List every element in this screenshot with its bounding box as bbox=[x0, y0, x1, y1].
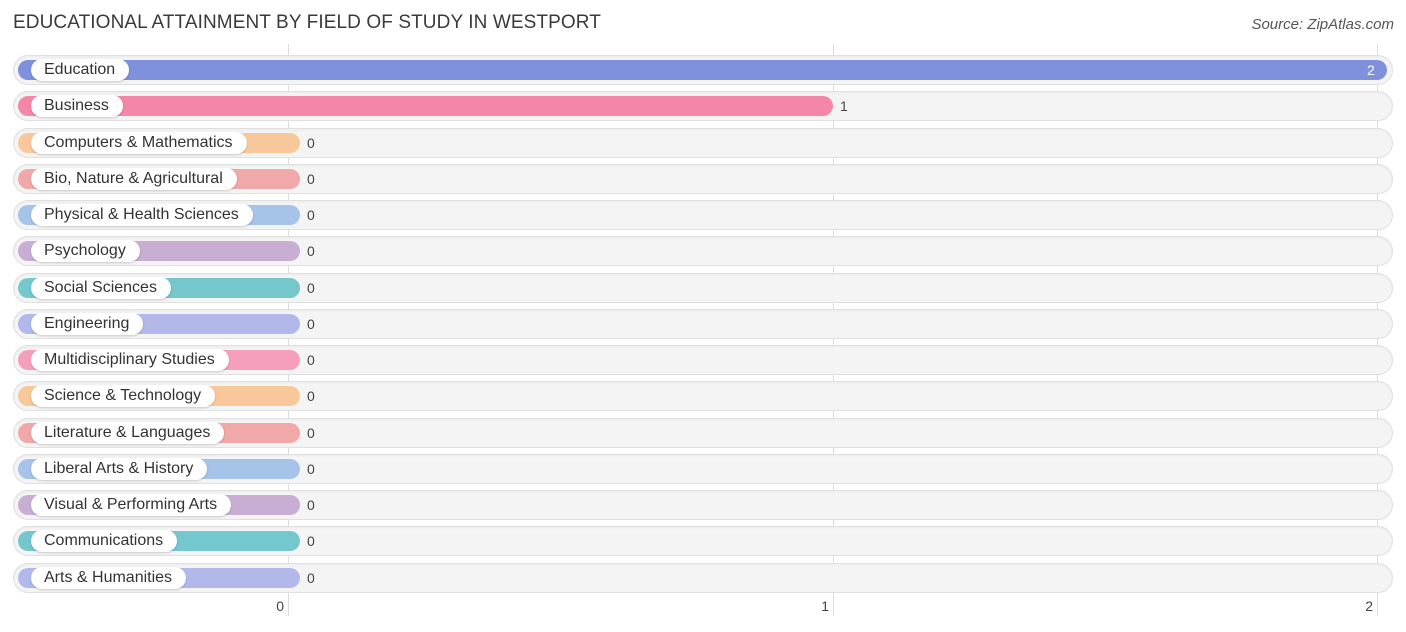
category-label: Visual & Performing Arts bbox=[31, 494, 232, 516]
bar[interactable] bbox=[18, 96, 833, 116]
category-label: Computers & Mathematics bbox=[31, 132, 247, 154]
x-tick-label: 0 bbox=[276, 598, 284, 614]
value-label: 0 bbox=[307, 243, 315, 259]
value-label: 0 bbox=[307, 171, 315, 187]
bar[interactable] bbox=[18, 60, 1387, 80]
value-label: 0 bbox=[307, 533, 315, 549]
category-label: Education bbox=[31, 59, 130, 81]
value-label: 0 bbox=[307, 425, 315, 441]
value-label: 0 bbox=[307, 497, 315, 513]
x-tick-label: 1 bbox=[821, 598, 829, 614]
value-label: 0 bbox=[307, 570, 315, 586]
category-label: Social Sciences bbox=[31, 277, 171, 299]
category-label: Arts & Humanities bbox=[31, 567, 187, 589]
category-label: Physical & Health Sciences bbox=[31, 204, 253, 226]
value-label: 0 bbox=[307, 352, 315, 368]
category-label: Business bbox=[31, 95, 123, 117]
bar-chart: 0 1 2 Education 2 Business 1 Computers & Mathem… bbox=[0, 0, 1406, 632]
value-label: 0 bbox=[307, 280, 315, 296]
value-label: 2 bbox=[1367, 62, 1375, 78]
category-label: Multidisciplinary Studies bbox=[31, 349, 229, 371]
category-label: Literature & Languages bbox=[31, 422, 225, 444]
value-label: 0 bbox=[307, 388, 315, 404]
value-label: 0 bbox=[307, 207, 315, 223]
category-label: Communications bbox=[31, 530, 178, 552]
value-label: 0 bbox=[307, 135, 315, 151]
x-tick-label: 2 bbox=[1365, 598, 1373, 614]
category-label: Bio, Nature & Agricultural bbox=[31, 168, 237, 190]
category-label: Engineering bbox=[31, 313, 144, 335]
category-label: Science & Technology bbox=[31, 385, 216, 407]
category-label: Liberal Arts & History bbox=[31, 458, 208, 480]
category-label: Psychology bbox=[31, 240, 140, 262]
value-label: 0 bbox=[307, 316, 315, 332]
value-label: 1 bbox=[840, 98, 848, 114]
value-label: 0 bbox=[307, 461, 315, 477]
